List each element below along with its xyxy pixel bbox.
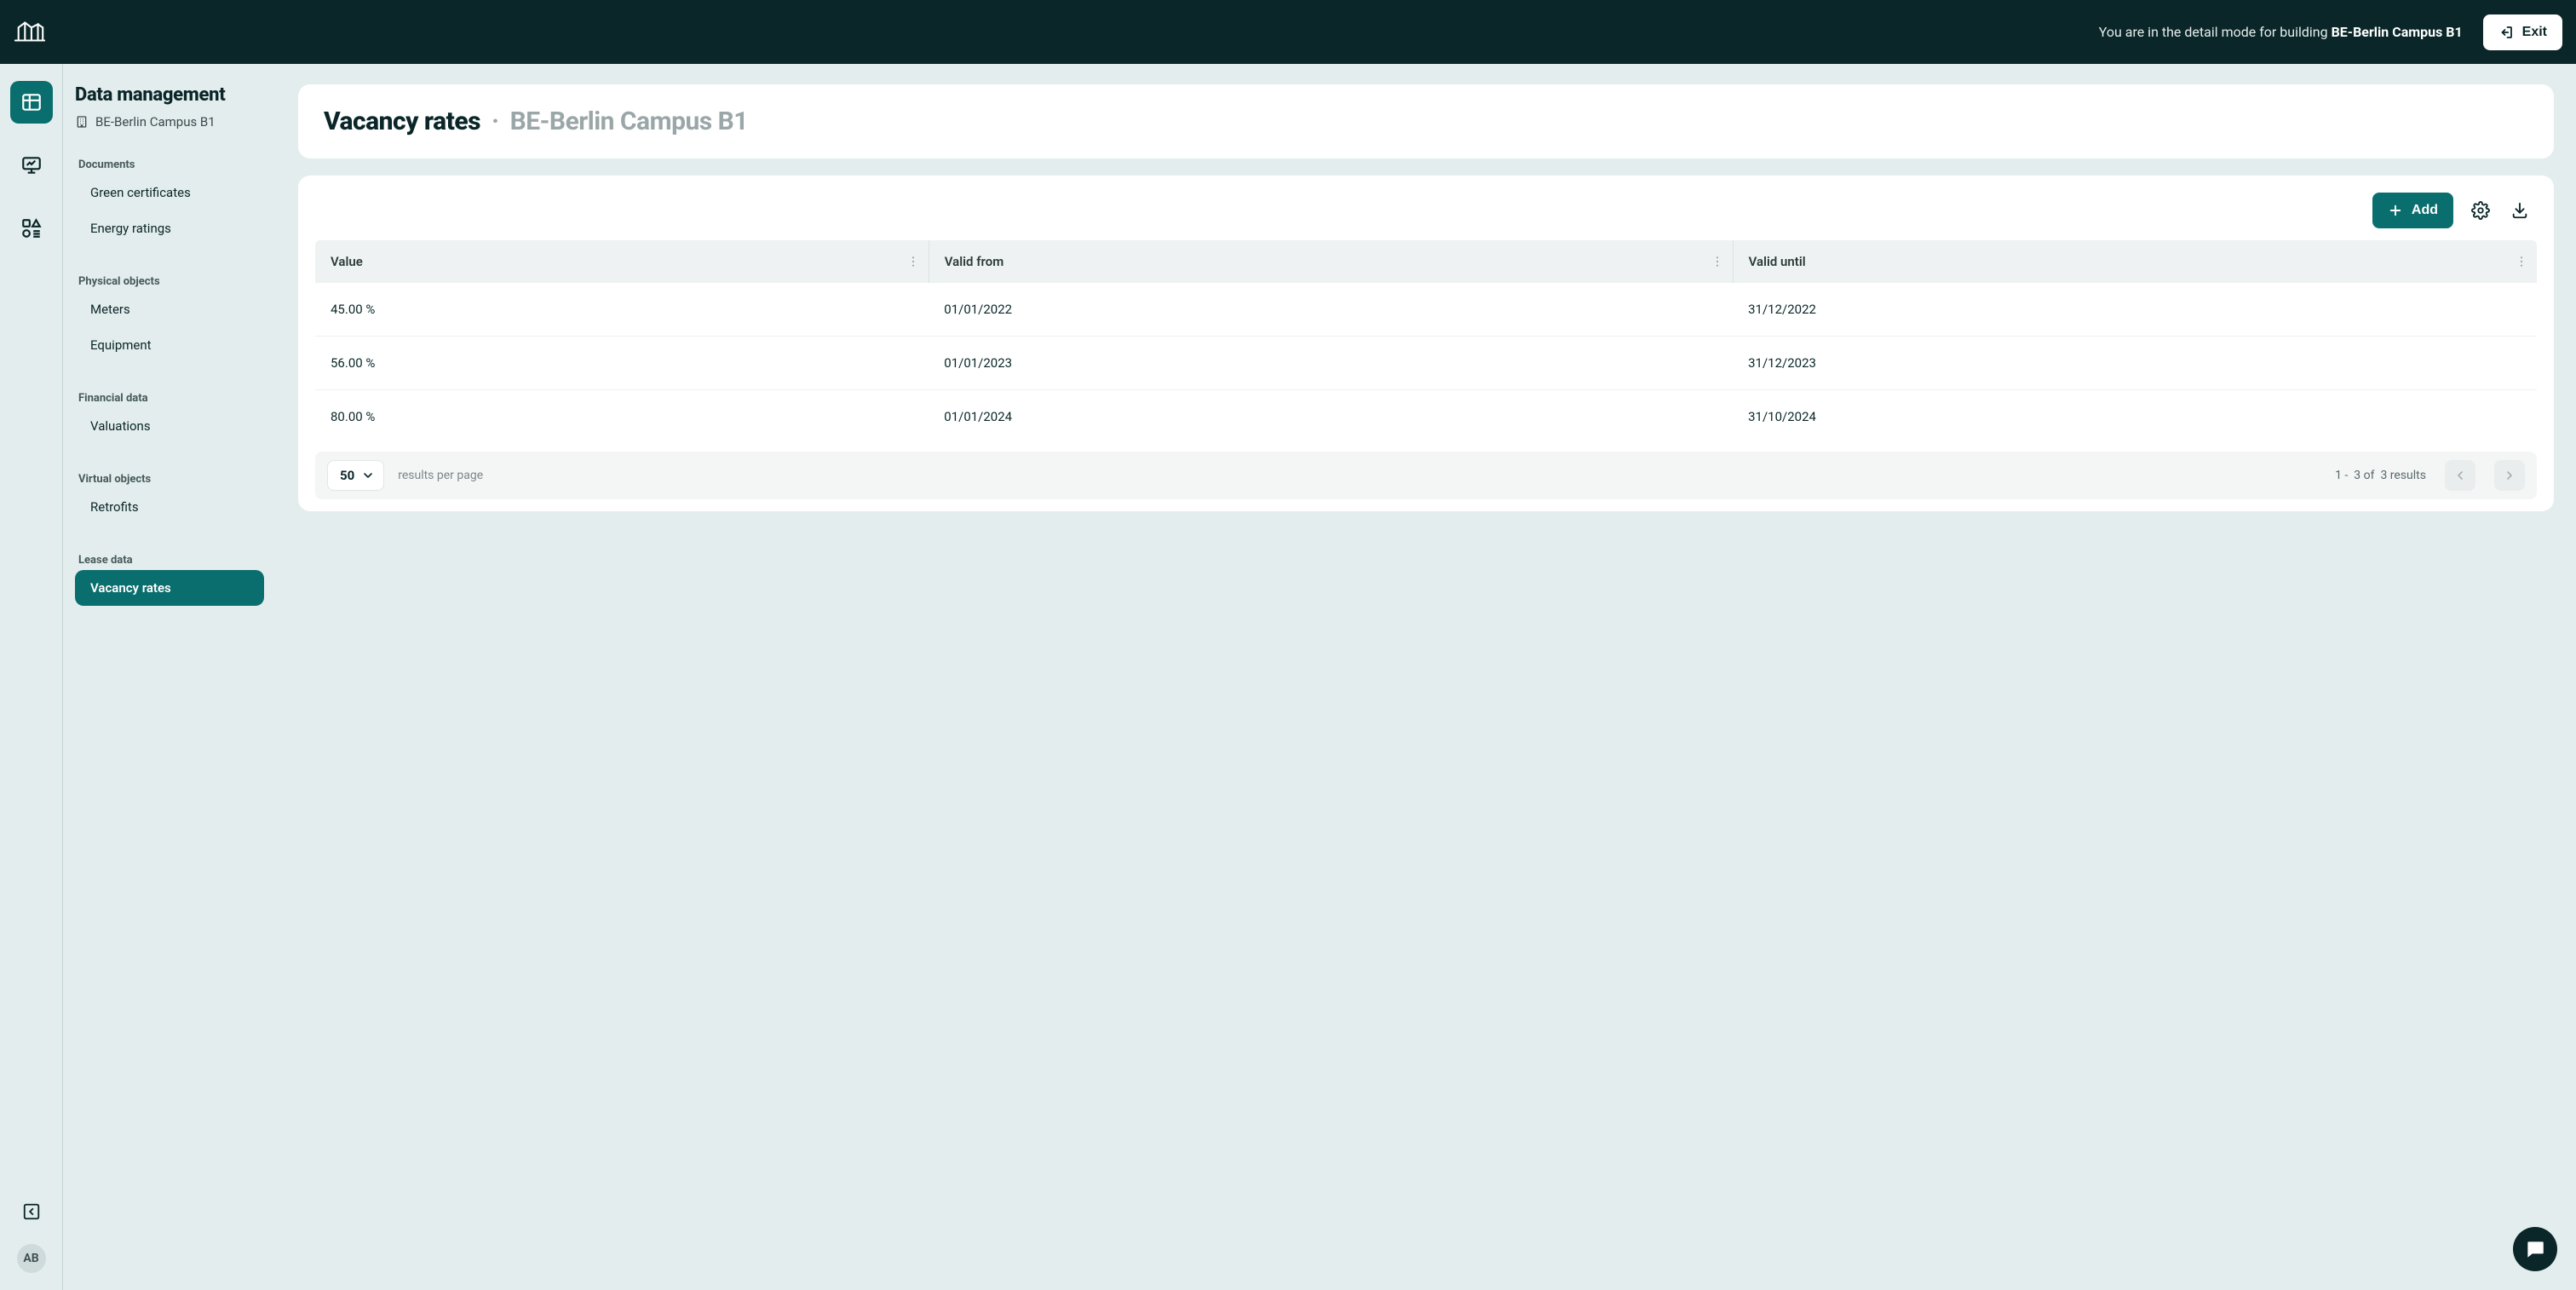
pagination-summary: 1 - 3 of 3 results	[2335, 469, 2426, 482]
settings-button[interactable]	[2469, 199, 2493, 222]
title-card: Vacancy rates · BE-Berlin Campus B1	[298, 84, 2554, 158]
more-vertical-icon	[1711, 255, 1724, 268]
sidebar-section-label: Lease data	[75, 554, 264, 567]
table-row[interactable]: 56.00 %01/01/202331/12/2023	[315, 337, 2537, 390]
sidebar-item-green-certificates[interactable]: Green certificates	[75, 175, 264, 210]
main-content: Vacancy rates · BE-Berlin Campus B1 Add	[276, 64, 2576, 1290]
rail-collapse-button[interactable]	[10, 1195, 53, 1229]
sidebar-item-vacancy-rates[interactable]: Vacancy rates	[75, 570, 264, 606]
download-button[interactable]	[2508, 199, 2532, 222]
column-header: Value	[315, 240, 929, 283]
add-button-label: Add	[2412, 203, 2438, 218]
chat-fab[interactable]	[2513, 1227, 2557, 1271]
column-header-label: Valid until	[1749, 254, 1806, 269]
cell-valid-from: 01/01/2022	[929, 283, 1733, 337]
exit-button-label: Exit	[2522, 25, 2547, 40]
cell-valid-until: 31/12/2023	[1733, 337, 2537, 390]
chevron-right-icon	[2503, 469, 2516, 482]
plus-icon	[2388, 203, 2403, 218]
download-icon	[2510, 201, 2529, 220]
sidebar-item-retrofits[interactable]: Retrofits	[75, 489, 264, 525]
sidebar-item-equipment[interactable]: Equipment	[75, 327, 264, 363]
detail-mode-message: You are in the detail mode for building …	[2099, 24, 2463, 40]
column-header: Valid from	[929, 240, 1733, 283]
sidebar-title: Data management	[75, 84, 264, 106]
column-menu-button[interactable]	[1711, 255, 1724, 268]
cell-value: 45.00 %	[315, 283, 929, 337]
title-separator: ·	[486, 107, 504, 136]
rail-item-modules[interactable]	[10, 207, 53, 250]
cell-value: 80.00 %	[315, 390, 929, 444]
page-size-select[interactable]: 50	[327, 460, 384, 491]
sidebar-item-meters[interactable]: Meters	[75, 291, 264, 327]
sidebar: Data management BE-Berlin Campus B1 Docu…	[63, 64, 276, 1290]
column-header-label: Value	[331, 254, 363, 269]
prev-page-button[interactable]	[2445, 460, 2475, 491]
rail-item-dashboard[interactable]	[10, 144, 53, 187]
sidebar-building-label: BE-Berlin Campus B1	[95, 114, 216, 130]
table-card: Add	[298, 176, 2554, 511]
collapse-icon	[22, 1202, 41, 1221]
data-table: Value Valid from Valid until 45.00 %01/01/…	[315, 240, 2537, 443]
sidebar-section-label: Virtual objects	[75, 473, 264, 486]
sidebar-building: BE-Berlin Campus B1	[75, 114, 264, 130]
shapes-icon	[20, 217, 43, 239]
rail-item-data[interactable]	[10, 81, 53, 124]
cell-valid-until: 31/10/2024	[1733, 390, 2537, 444]
chat-icon	[2524, 1238, 2546, 1260]
page-subtitle: BE-Berlin Campus B1	[510, 107, 748, 136]
exit-icon	[2498, 25, 2514, 40]
table-toolbar: Add	[315, 193, 2537, 240]
app-logo	[14, 16, 46, 49]
exit-button[interactable]: Exit	[2483, 14, 2562, 50]
monitor-icon	[20, 154, 43, 176]
page-size-value: 50	[340, 468, 354, 483]
topbar: You are in the detail mode for building …	[0, 0, 2576, 64]
chevron-left-icon	[2453, 469, 2467, 482]
sidebar-item-valuations[interactable]: Valuations	[75, 408, 264, 444]
gear-icon	[2471, 201, 2490, 220]
page-title: Vacancy rates	[324, 107, 480, 136]
table-row[interactable]: 45.00 %01/01/202231/12/2022	[315, 283, 2537, 337]
avatar-initials: AB	[23, 1252, 38, 1265]
next-page-button[interactable]	[2494, 460, 2525, 491]
column-header: Valid until	[1733, 240, 2537, 283]
more-vertical-icon	[906, 255, 920, 268]
nav-rail: AB	[0, 64, 63, 1290]
add-button[interactable]: Add	[2372, 193, 2453, 228]
sidebar-section-label: Financial data	[75, 392, 264, 405]
column-header-label: Valid from	[945, 254, 1003, 269]
cell-valid-until: 31/12/2022	[1733, 283, 2537, 337]
avatar[interactable]: AB	[17, 1244, 46, 1273]
chevron-down-icon	[361, 469, 375, 482]
table-footer: 50 results per page 1 - 3 of 3 results	[315, 452, 2537, 499]
table-row[interactable]: 80.00 %01/01/202431/10/2024	[315, 390, 2537, 444]
cell-valid-from: 01/01/2023	[929, 337, 1733, 390]
per-page-label: results per page	[398, 469, 483, 482]
building-icon	[75, 115, 89, 129]
column-menu-button[interactable]	[906, 255, 920, 268]
cell-value: 56.00 %	[315, 337, 929, 390]
sidebar-section-label: Physical objects	[75, 275, 264, 288]
sidebar-section-label: Documents	[75, 158, 264, 171]
sidebar-item-energy-ratings[interactable]: Energy ratings	[75, 210, 264, 246]
cell-valid-from: 01/01/2024	[929, 390, 1733, 444]
more-vertical-icon	[2515, 255, 2528, 268]
table-icon	[20, 91, 43, 113]
column-menu-button[interactable]	[2515, 255, 2528, 268]
